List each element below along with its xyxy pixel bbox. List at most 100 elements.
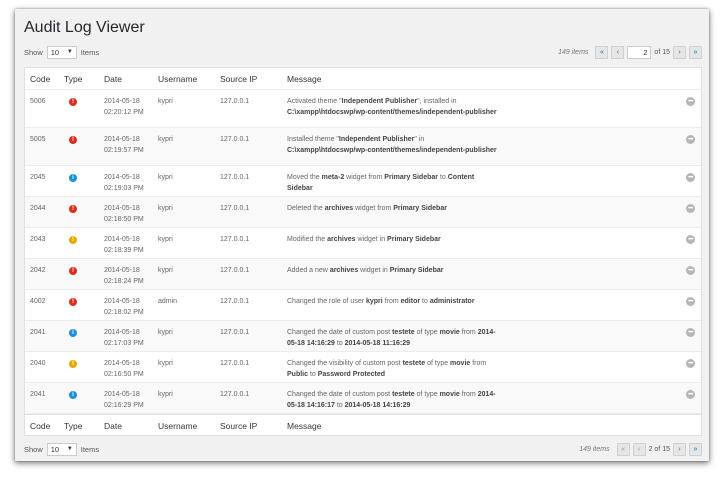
column-header-date[interactable]: Date bbox=[104, 74, 158, 84]
more-details-icon[interactable]: ••• bbox=[686, 204, 695, 213]
next-page-button[interactable]: › bbox=[673, 442, 686, 456]
date-value: 2014-05-18 bbox=[104, 329, 140, 336]
message-emphasis: Password Protected bbox=[317, 370, 386, 378]
time-value: 02:18:50 PM bbox=[104, 215, 144, 223]
column-header-source-ip[interactable]: Source IP bbox=[220, 74, 287, 84]
cell-message: Activated theme "Independent Publisher",… bbox=[287, 97, 701, 127]
cell-type: i bbox=[64, 328, 104, 351]
column-footer-date[interactable]: Date bbox=[104, 421, 158, 431]
last-page-button[interactable]: » bbox=[689, 45, 702, 59]
per-page-control: Show 10 ▼ Items bbox=[24, 45, 99, 59]
prev-page-button[interactable]: ‹ bbox=[632, 442, 646, 456]
message-emphasis: meta-2 bbox=[321, 174, 345, 181]
cell-type: i bbox=[64, 173, 104, 196]
cell-source-ip: 127.0.0.1 bbox=[220, 298, 250, 305]
more-details-icon[interactable]: ••• bbox=[686, 328, 695, 337]
cell-username: kypri bbox=[158, 136, 173, 143]
message-emphasis: movie bbox=[439, 391, 460, 398]
message-text: to bbox=[334, 339, 345, 347]
column-footer-type[interactable]: Type bbox=[64, 421, 104, 431]
audit-log-window: Audit Log Viewer Show 10 ▼ Items 149 ite… bbox=[15, 9, 709, 461]
more-details-icon[interactable]: ••• bbox=[686, 266, 695, 275]
prev-page-button[interactable]: ‹ bbox=[611, 45, 625, 59]
row-details-cell: ••• bbox=[686, 235, 695, 244]
row-details-cell: ••• bbox=[686, 390, 695, 399]
table-row[interactable]: 5006! 2014-05-18 02:20:12 PM kypri 127.0.0.1… bbox=[25, 90, 701, 128]
more-details-icon[interactable]: ••• bbox=[686, 97, 695, 106]
table-row[interactable]: 2042! 2014-05-18 02:18:24 PM kypri 127.0.0.1… bbox=[25, 259, 701, 290]
table-row[interactable]: 4002! 2014-05-18 02:18:02 PM admin 127.0.0.1… bbox=[25, 290, 701, 321]
current-page-input[interactable]: 2 bbox=[627, 45, 652, 59]
column-footer-code[interactable]: Code bbox=[25, 421, 64, 431]
message-emphasis: testete bbox=[392, 329, 415, 336]
date-value: 2014-05-18 bbox=[104, 236, 140, 243]
message-emphasis: editor bbox=[400, 298, 421, 305]
cell-date: 2014-05-18 02:19:57 PM bbox=[104, 135, 158, 165]
time-value: 02:19:03 PM bbox=[104, 184, 144, 192]
table-row[interactable]: 2044! 2014-05-18 02:18:50 PM kypri 127.0.0.1… bbox=[25, 197, 701, 228]
time-value: 02:18:39 PM bbox=[104, 246, 144, 254]
column-header-username[interactable]: Username bbox=[158, 74, 220, 84]
more-details-icon[interactable]: ••• bbox=[686, 359, 695, 368]
per-page-select[interactable]: 10 ▼ bbox=[46, 45, 77, 59]
column-header-type[interactable]: Type bbox=[64, 74, 104, 84]
table-row[interactable]: 2045 i 2014-05-18 02:19:03 PM kypri 127.0.0.1… bbox=[25, 166, 701, 197]
message-emphasis: administrator bbox=[429, 298, 475, 305]
table-row[interactable]: 2040! 2014-05-18 02:16:50 PM kypri 127.0.0.1… bbox=[25, 352, 701, 383]
date-value: 2014-05-18 bbox=[104, 174, 140, 181]
warning-severity-icon: ! bbox=[69, 360, 77, 368]
warning-severity-icon: ! bbox=[69, 236, 77, 244]
per-page-control-bottom: Show 10 ▼ Items bbox=[24, 442, 100, 456]
cell-code: 2041 bbox=[30, 329, 46, 336]
cell-message: Modified the archives widget in Primary … bbox=[287, 235, 701, 258]
message-text: Modified the bbox=[287, 236, 328, 243]
message-text: from bbox=[382, 298, 401, 305]
cell-source-ip: 127.0.0.1 bbox=[220, 98, 250, 105]
cell-source-ip: 127.0.0.1 bbox=[220, 136, 250, 143]
per-page-value: 10 bbox=[50, 444, 60, 454]
more-details-icon[interactable]: ••• bbox=[686, 173, 695, 182]
date-value: 2014-05-18 bbox=[104, 391, 140, 398]
more-details-icon[interactable]: ••• bbox=[686, 390, 695, 399]
column-footer-username[interactable]: Username bbox=[158, 421, 220, 431]
message-text: of type bbox=[425, 360, 451, 367]
cell-code: 5006 bbox=[30, 98, 46, 105]
bottom-pagination: 149 items « ‹ 2 of 15 › » bbox=[579, 442, 702, 456]
column-header-code[interactable]: Code bbox=[25, 74, 64, 84]
last-page-button[interactable]: » bbox=[689, 442, 702, 456]
critical-severity-icon: ! bbox=[69, 98, 77, 106]
table-row[interactable]: 2041 i 2014-05-18 02:16:29 PM kypri 127.0.0.1… bbox=[25, 383, 701, 414]
message-text: to bbox=[308, 370, 318, 378]
message-emphasis: testete bbox=[402, 360, 426, 367]
message-text: Changed the date of custom post bbox=[287, 329, 393, 336]
more-details-icon[interactable]: ••• bbox=[686, 135, 695, 144]
cell-type: ! bbox=[64, 235, 104, 258]
more-details-icon[interactable]: ••• bbox=[686, 235, 695, 244]
table-row[interactable]: 2043! 2014-05-18 02:18:39 PM kypri 127.0.0.1… bbox=[25, 228, 701, 259]
message-text: " in bbox=[414, 136, 425, 143]
page-title: Audit Log Viewer bbox=[24, 19, 145, 36]
column-footer-source-ip[interactable]: Source IP bbox=[220, 421, 287, 431]
message-text: Moved the bbox=[287, 174, 322, 181]
message-text: to bbox=[420, 298, 430, 305]
table-row[interactable]: 2041 i 2014-05-18 02:17:03 PM kypri 127.0.0.1… bbox=[25, 321, 701, 352]
more-details-icon[interactable]: ••• bbox=[686, 297, 695, 306]
cell-code: 5005 bbox=[30, 136, 46, 143]
items-label: Items bbox=[80, 444, 100, 454]
table-row[interactable]: 5005! 2014-05-18 02:19:57 PM kypri 127.0.0.1… bbox=[25, 128, 701, 166]
row-details-cell: ••• bbox=[686, 204, 695, 213]
message-emphasis: Independent Publisher bbox=[338, 136, 415, 143]
per-page-select-bottom[interactable]: 10 ▼ bbox=[46, 442, 77, 456]
total-pages-label: of 15 bbox=[654, 48, 670, 56]
cell-code: 2045 bbox=[30, 174, 46, 181]
next-page-button[interactable]: › bbox=[673, 45, 686, 59]
column-footer-message[interactable]: Message bbox=[287, 421, 701, 431]
cell-code: 2043 bbox=[30, 236, 46, 243]
message-text: ", installed in bbox=[417, 98, 457, 105]
column-header-message[interactable]: Message bbox=[287, 74, 701, 84]
first-page-button[interactable]: « bbox=[595, 45, 609, 59]
cell-code: 2042 bbox=[30, 267, 46, 274]
message-text: widget from bbox=[344, 174, 385, 181]
first-page-button[interactable]: « bbox=[616, 442, 630, 456]
cell-username: kypri bbox=[158, 205, 173, 212]
